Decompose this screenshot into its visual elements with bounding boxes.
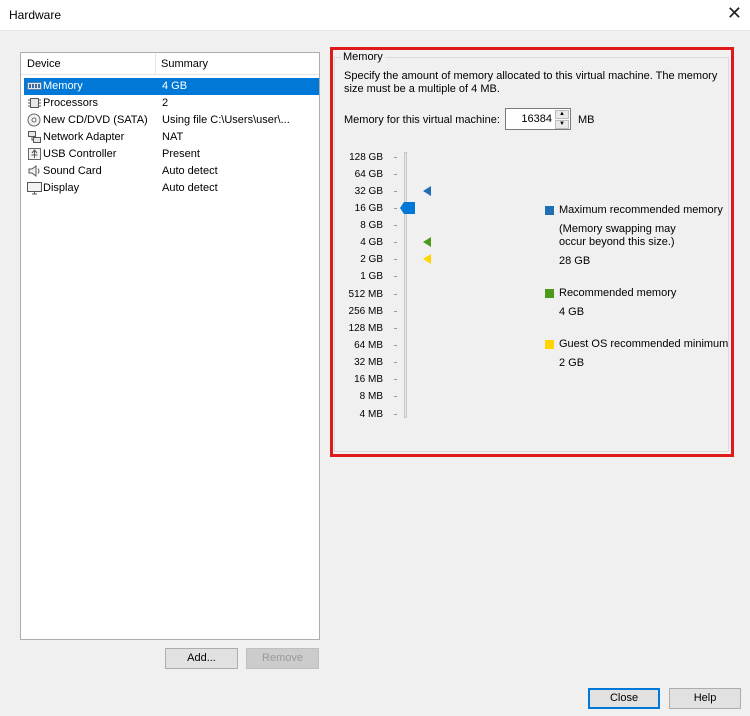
max-recommended-label: Maximum recommended memory — [559, 204, 723, 216]
scale-label: 32 GB — [354, 186, 383, 197]
recommended-value: 4 GB — [559, 306, 585, 318]
add-button[interactable]: Add... — [165, 648, 238, 669]
scale-tick — [394, 396, 397, 397]
max-recommended-swatch — [545, 206, 554, 215]
scale-tick — [394, 242, 397, 243]
scale-label: 64 GB — [354, 169, 383, 180]
scale-tick — [394, 414, 397, 415]
remove-button[interactable]: Remove — [246, 648, 319, 669]
recommended-label: Recommended memory — [559, 287, 677, 299]
scale-tick — [394, 328, 397, 329]
device-summary: NAT — [162, 131, 184, 143]
sound-icon — [28, 165, 40, 177]
scale-tick — [394, 362, 397, 363]
cd-dvd-icon — [27, 113, 41, 127]
scale-label: 2 GB — [360, 254, 383, 265]
recommended-swatch — [545, 289, 554, 298]
close-window-icon[interactable]: ✕ — [727, 4, 742, 22]
title-bar: Hardware ✕ — [0, 0, 750, 31]
device-summary: 2 — [162, 97, 169, 109]
scale-tick — [394, 208, 397, 209]
device-name: Memory — [43, 80, 83, 92]
usb-icon — [28, 148, 41, 160]
device-list-header: Device Summary — [21, 53, 319, 75]
memory-description: Specify the amount of memory allocated t… — [344, 70, 718, 95]
display-icon — [27, 182, 42, 195]
scale-tick — [394, 379, 397, 380]
device-list: Device Summary Memory 4 GB Processors 2 … — [20, 52, 320, 640]
minimum-label: Guest OS recommended minimum — [559, 338, 729, 350]
minimum-marker — [423, 254, 431, 264]
scale-tick — [394, 191, 397, 192]
spin-down-button[interactable]: ▼ — [555, 120, 569, 129]
scale-label: 4 GB — [360, 237, 383, 248]
device-summary: Auto detect — [162, 182, 218, 194]
memory-field-label: Memory for this virtual machine: — [344, 114, 500, 126]
spin-up-button[interactable]: ▲ — [555, 110, 569, 119]
scale-label: 8 MB — [359, 391, 383, 402]
scale-label: 1 GB — [360, 271, 383, 282]
max-recommended-marker — [423, 186, 431, 196]
scale-label: 32 MB — [354, 357, 383, 368]
device-name: Sound Card — [43, 165, 102, 177]
device-row-sound-card[interactable]: Sound Card Auto detect — [24, 163, 319, 180]
network-adapter-icon — [28, 131, 41, 143]
memory-group-title: Memory — [341, 51, 385, 63]
device-summary: 4 GB — [162, 80, 188, 92]
scale-tick — [394, 276, 397, 277]
memory-slider-thumb[interactable] — [400, 202, 415, 214]
scale-label: 8 GB — [360, 220, 383, 231]
scale-label: 64 MB — [354, 340, 383, 351]
column-header-summary[interactable]: Summary — [161, 58, 208, 70]
scale-label: 4 MB — [359, 409, 383, 420]
recommended-marker — [423, 237, 431, 247]
device-row-display[interactable]: Display Auto detect — [24, 180, 319, 197]
memory-input[interactable]: 16384 — [521, 113, 552, 125]
memory-slider-track[interactable] — [404, 152, 407, 418]
device-row-memory[interactable]: Memory 4 GB — [24, 78, 319, 95]
scale-label: 128 GB — [349, 152, 383, 163]
device-summary: Present — [162, 148, 200, 160]
device-row-usb-controller[interactable]: USB Controller Present — [24, 146, 319, 163]
device-name: Processors — [43, 97, 99, 109]
scale-tick — [394, 225, 397, 226]
device-row-processors[interactable]: Processors 2 — [24, 95, 319, 112]
column-separator — [155, 53, 156, 75]
memory-unit: MB — [578, 114, 595, 126]
scale-label: 16 MB — [354, 374, 383, 385]
scale-tick — [394, 259, 397, 260]
memory-spinbox[interactable]: 16384 ▲ ▼ — [505, 108, 571, 130]
max-recommended-note: (Memory swapping may occur beyond this s… — [559, 223, 676, 248]
max-recommended-value: 28 GB — [559, 255, 591, 267]
scale-tick — [394, 345, 397, 346]
scale-label: 128 MB — [348, 323, 383, 334]
device-summary: Auto detect — [162, 165, 218, 177]
scale-tick — [394, 311, 397, 312]
minimum-swatch — [545, 340, 554, 349]
help-button[interactable]: Help — [669, 688, 741, 709]
close-button[interactable]: Close — [588, 688, 660, 709]
device-name: Display — [43, 182, 80, 194]
scale-tick — [394, 174, 397, 175]
scale-label: 16 GB — [354, 203, 383, 214]
processor-icon — [28, 98, 41, 108]
device-name: USB Controller — [43, 148, 117, 160]
minimum-value: 2 GB — [559, 357, 585, 369]
device-summary: Using file C:\Users\user\... — [162, 114, 290, 126]
device-row-network-adapter[interactable]: Network Adapter NAT — [24, 129, 319, 146]
device-name: Network Adapter — [43, 131, 125, 143]
window-title: Hardware — [9, 8, 62, 22]
device-row-cd-dvd[interactable]: New CD/DVD (SATA) Using file C:\Users\us… — [24, 112, 319, 129]
scale-label: 256 MB — [348, 306, 383, 317]
column-header-device[interactable]: Device — [27, 58, 61, 70]
device-name: New CD/DVD (SATA) — [43, 114, 148, 126]
scale-tick — [394, 157, 397, 158]
scale-label: 512 MB — [348, 289, 383, 300]
memory-icon — [27, 82, 42, 90]
scale-tick — [394, 294, 397, 295]
